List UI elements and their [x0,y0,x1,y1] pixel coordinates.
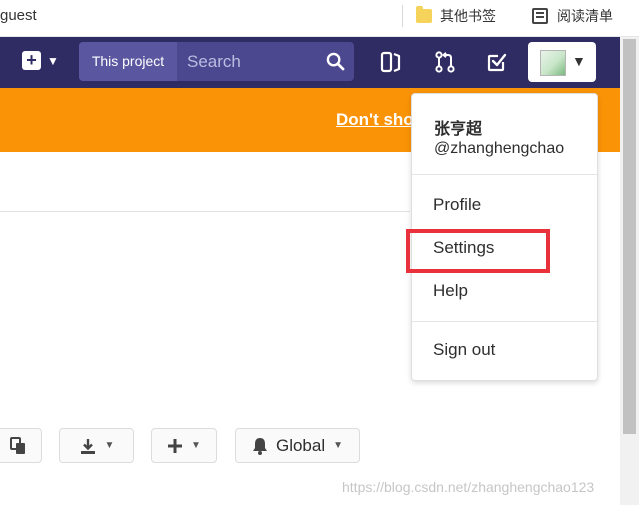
search-input[interactable] [177,42,327,81]
banner-dismiss-link[interactable]: Don't sho [336,110,414,130]
search-icon[interactable] [326,52,345,71]
reading-list-icon [532,8,548,24]
plus-icon [168,438,183,453]
content-divider [0,211,410,212]
issues-icon[interactable] [380,51,402,73]
bookmark-other[interactable]: 其他书签 [416,6,496,26]
bookmark-other-label: 其他书签 [440,8,496,24]
page-scrollbar[interactable] [620,37,639,505]
menu-item-sign-out[interactable]: Sign out [412,330,597,370]
chevron-down-icon: ▼ [572,53,586,69]
notification-level-label: Global [275,435,326,455]
add-button[interactable]: ▼ [151,428,217,463]
watermark: https://blog.csdn.net/zhanghengchao123 [342,479,595,495]
merge-request-icon[interactable] [434,51,456,73]
user-display-name: 张亨超 [434,121,483,138]
todo-icon[interactable] [486,51,508,73]
notification-level-button[interactable]: Global ▼ [235,428,360,463]
settings-highlight-box [406,229,550,273]
plus-icon: + [22,51,41,70]
bookmark-reading-label: 阅读清单 [557,8,613,24]
copy-button[interactable] [0,428,42,463]
user-avatar-button[interactable]: ▼ [528,42,596,82]
bookmark-separator [402,5,403,27]
caret-down-icon: ▼ [333,440,344,451]
chevron-down-icon: ▼ [47,53,59,68]
browser-bookmark-bar: guest 其他书签 阅读清单 [0,0,639,37]
search-scope-badge[interactable]: This project [79,42,177,81]
new-dropdown-button[interactable]: + ▼ [22,51,59,70]
menu-item-help[interactable]: Help [412,271,597,311]
menu-divider [412,174,597,175]
download-button[interactable]: ▼ [59,428,134,463]
copy-icon [10,436,25,454]
bell-icon [252,437,267,455]
bookmark-reading-list[interactable]: 阅读清单 [532,6,613,26]
browser-profile-label[interactable]: guest [0,7,37,24]
scrollbar-thumb[interactable] [623,39,636,434]
folder-icon [416,6,432,23]
download-icon [80,438,95,454]
menu-item-profile[interactable]: Profile [412,185,597,225]
avatar [540,50,566,76]
caret-down-icon: ▼ [191,440,201,451]
user-handle: @zhanghengchao [434,140,565,157]
search-box: This project [79,42,354,81]
caret-down-icon: ▼ [104,440,115,451]
top-navbar: + ▼ This project ▼ [0,37,620,88]
menu-divider [412,321,597,322]
